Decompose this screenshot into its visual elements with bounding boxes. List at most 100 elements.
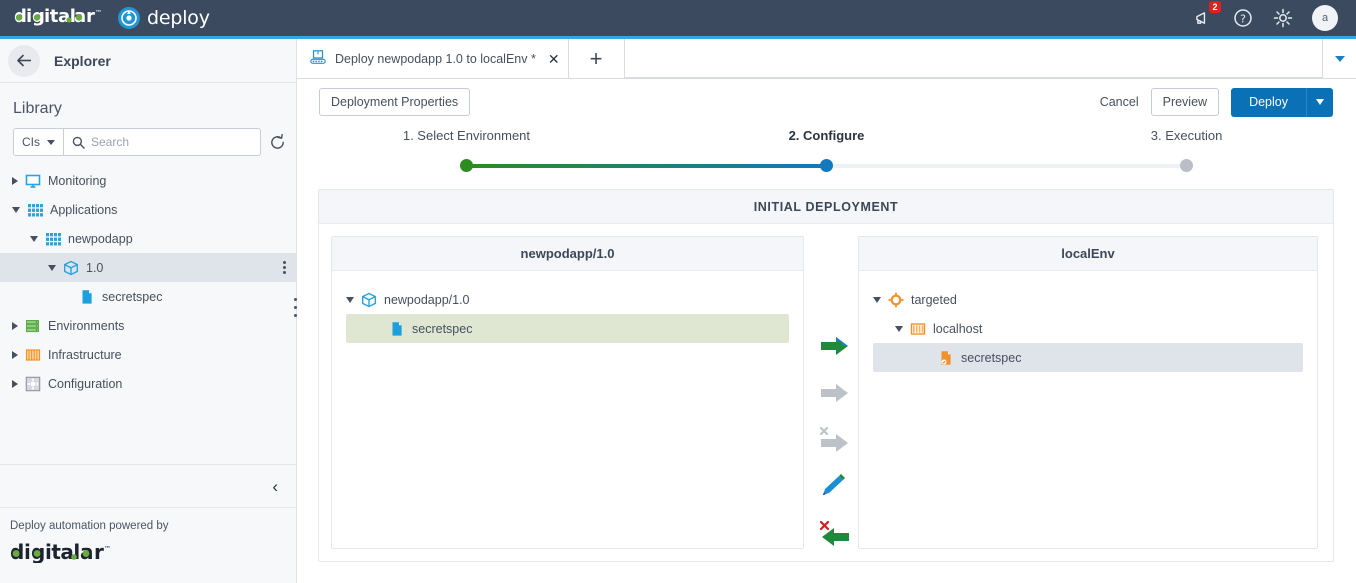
grid-blue-icon bbox=[28, 203, 43, 216]
grid-orange-icon bbox=[25, 348, 41, 361]
stepper-label-3[interactable]: 3. Execution bbox=[1151, 128, 1223, 143]
deploy-split-button: Deploy bbox=[1231, 87, 1333, 117]
add-tab-button[interactable]: + bbox=[568, 39, 625, 78]
deployment-package-glyph bbox=[310, 49, 326, 64]
sidebar-item-monitoring[interactable]: Monitoring bbox=[0, 166, 296, 195]
avatar[interactable]: a bbox=[1312, 5, 1338, 31]
stepper-progress-remaining bbox=[826, 164, 1187, 168]
main-content: Deploy newpodapp 1.0 to localEnv * ✕ + D… bbox=[297, 39, 1356, 583]
row-options-kebab-icon[interactable] bbox=[283, 261, 286, 274]
gear-glyph bbox=[1273, 8, 1293, 28]
chevron-right-icon[interactable] bbox=[12, 176, 18, 185]
chevron-right-icon[interactable] bbox=[12, 321, 18, 330]
stepper-progress-completed bbox=[466, 164, 827, 168]
megaphone-icon[interactable]: 2 bbox=[1192, 1, 1221, 29]
chevron-down-icon bbox=[47, 139, 55, 145]
deploy-mark-svg bbox=[121, 10, 137, 26]
deployment-tree-row[interactable]: localhost bbox=[865, 314, 1311, 343]
sidebar-item-1-0[interactable]: 1.0 bbox=[0, 253, 296, 282]
brand-logo[interactable]: d i g ital a r ™ bbox=[14, 6, 210, 30]
digitalai-wordmark: d i g ital a r ™ bbox=[14, 6, 106, 30]
sidebar-item-secretspec[interactable]: secretspec bbox=[0, 282, 296, 311]
sidebar-item-environments[interactable]: Environments bbox=[0, 311, 296, 340]
chevron-down-icon[interactable] bbox=[12, 206, 20, 213]
sidebar-item-infrastructure[interactable]: Infrastructure bbox=[0, 340, 296, 369]
svg-text:r: r bbox=[86, 6, 95, 26]
deployment-header: INITIAL DEPLOYMENT bbox=[319, 190, 1333, 224]
deployment-tree-label: secretspec bbox=[961, 350, 1022, 365]
primary-actions: Cancel Preview Deploy bbox=[1100, 87, 1333, 117]
target-tree: targeted localhost secretspec bbox=[859, 271, 1317, 548]
tab-deploy-newpodapp[interactable]: Deploy newpodapp 1.0 to localEnv * ✕ bbox=[297, 39, 569, 78]
add-deployed-arrow[interactable] bbox=[818, 333, 852, 359]
collapse-panel-icon[interactable]: ‹ bbox=[272, 478, 278, 495]
chevron-down-icon[interactable] bbox=[48, 264, 56, 271]
footer-digitalai-logo: d i g ital a r ™ bbox=[10, 540, 296, 568]
tab-label: Deploy newpodapp 1.0 to localEnv * bbox=[335, 51, 536, 66]
chevron-right-icon[interactable] bbox=[12, 379, 18, 388]
sidebar-item-configuration[interactable]: Configuration bbox=[0, 369, 296, 398]
cancel-button[interactable]: Cancel bbox=[1100, 95, 1139, 109]
chevron-down-icon[interactable] bbox=[895, 325, 903, 332]
stepper-dot-3[interactable] bbox=[1180, 159, 1194, 172]
deployment-body: newpodapp/1.0 newpodapp/1.0 secretspec lo… bbox=[319, 224, 1333, 561]
deployment-tree-row[interactable]: targeted bbox=[865, 285, 1311, 314]
grid-blue-icon bbox=[46, 232, 61, 245]
sidebar-item-newpodapp[interactable]: newpodapp bbox=[0, 224, 296, 253]
deployment-tree-row[interactable]: secretspec bbox=[873, 343, 1303, 372]
chevron-down-icon[interactable] bbox=[346, 296, 354, 303]
chevron-down-icon bbox=[1334, 55, 1345, 62]
refresh-icon[interactable] bbox=[269, 133, 286, 151]
target-panel: localEnv targeted localhost secretspec bbox=[858, 236, 1318, 549]
source-tree: newpodapp/1.0 secretspec bbox=[332, 271, 803, 548]
topbar-actions: 2 ? a bbox=[1192, 1, 1338, 31]
deploy-options-button[interactable] bbox=[1306, 87, 1333, 117]
tab-list-dropdown-button[interactable] bbox=[1322, 39, 1356, 78]
remove-deployed-arrow bbox=[818, 427, 852, 453]
stepper-dot-1[interactable] bbox=[459, 159, 473, 172]
help-glyph: ? bbox=[1234, 9, 1252, 27]
edit-deployed-pencil[interactable] bbox=[818, 474, 852, 500]
file-blue-icon bbox=[82, 289, 92, 304]
deployment-tree-row[interactable]: secretspec bbox=[346, 314, 789, 343]
gear-icon[interactable] bbox=[1272, 7, 1294, 29]
close-icon[interactable]: ✕ bbox=[548, 52, 560, 66]
stepper-label-1[interactable]: 1. Select Environment bbox=[403, 128, 530, 143]
back-arrow-icon[interactable] bbox=[8, 44, 40, 77]
deployment-properties-button[interactable]: Deployment Properties bbox=[319, 88, 471, 116]
search-container: CIs Search bbox=[13, 128, 261, 156]
undo-deployed-arrow[interactable] bbox=[818, 521, 852, 547]
file-orange-icon bbox=[941, 350, 951, 365]
deploy-button[interactable]: Deploy bbox=[1231, 87, 1306, 117]
help-circle-icon[interactable]: ? bbox=[1232, 7, 1254, 29]
deployment-tree-row[interactable]: newpodapp/1.0 bbox=[338, 285, 797, 314]
tab-bar-empty-space bbox=[624, 39, 1322, 78]
library-heading: Library bbox=[13, 100, 62, 117]
deployment-tree-label: targeted bbox=[911, 292, 957, 307]
gear-gray-icon bbox=[25, 376, 41, 391]
search-row: CIs Search bbox=[0, 128, 296, 156]
sidebar-collapse-bar: ‹ bbox=[0, 464, 296, 508]
chevron-down-icon[interactable] bbox=[873, 296, 881, 303]
top-navigation-bar: d i g ital a r ™ bbox=[0, 0, 1356, 36]
stepper-dot-2[interactable] bbox=[820, 159, 833, 172]
sidebar-splitter-handle[interactable] bbox=[294, 298, 297, 317]
search-input[interactable]: Search bbox=[64, 129, 260, 155]
ci-type-label: CIs bbox=[22, 135, 40, 149]
powered-by-footer: Deploy automation powered by d i g ital … bbox=[0, 508, 296, 583]
sidebar-item-applications[interactable]: Applications bbox=[0, 195, 296, 224]
deployment-panel: INITIAL DEPLOYMENT newpodapp/1.0 newpoda… bbox=[318, 189, 1334, 562]
sidebar-item-label: 1.0 bbox=[86, 260, 104, 275]
chevron-down-icon[interactable] bbox=[30, 235, 38, 242]
action-toolbar: Deployment Properties Cancel Preview Dep… bbox=[297, 79, 1356, 125]
ci-type-dropdown[interactable]: CIs bbox=[14, 129, 64, 155]
library-tree: Monitoring Applications newpodapp 1.0 secret… bbox=[0, 156, 296, 398]
monitor-icon bbox=[25, 174, 41, 188]
stepper-label-2[interactable]: 2. Configure bbox=[789, 128, 865, 143]
chevron-right-icon[interactable] bbox=[12, 350, 18, 359]
preview-button[interactable]: Preview bbox=[1150, 88, 1220, 116]
sidebar: Explorer Library CIs Search Monitoring A… bbox=[0, 39, 297, 583]
